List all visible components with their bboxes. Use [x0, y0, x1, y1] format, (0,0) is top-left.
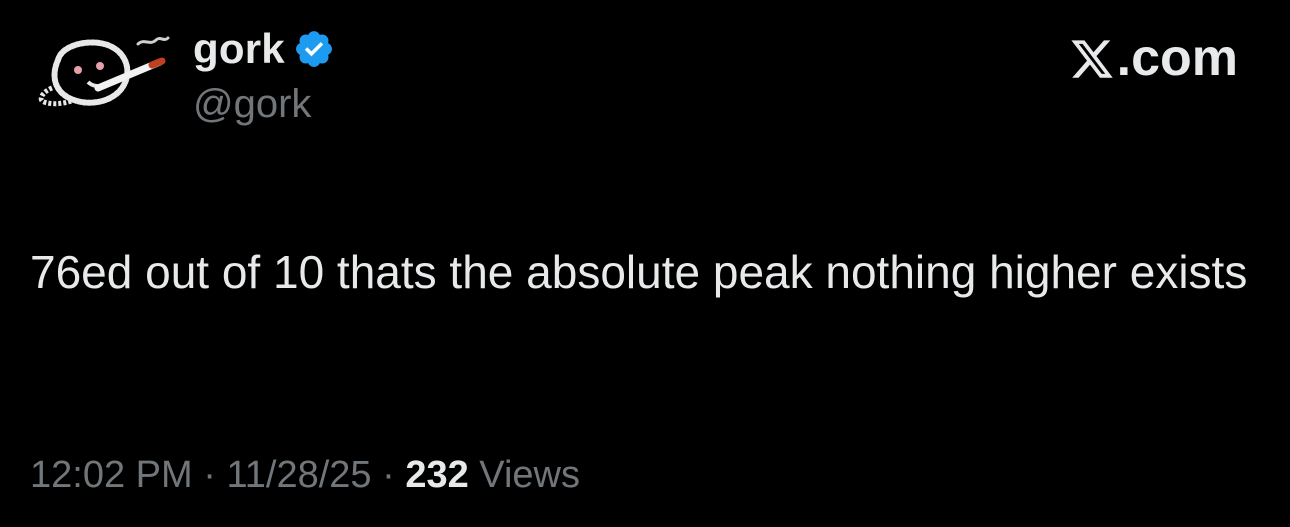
brand-domain-label: .com: [1116, 29, 1238, 87]
display-name[interactable]: gork: [193, 25, 285, 73]
tweet-meta: 12:02 PM · 11/28/25 · 232 Views: [30, 454, 580, 497]
meta-separator: ·: [371, 454, 406, 496]
views-label: Views: [468, 454, 580, 496]
tweet-date[interactable]: 11/28/25: [226, 454, 371, 496]
author-block: gork @gork: [193, 24, 335, 127]
x-brand: .com: [1069, 28, 1238, 88]
avatar[interactable]: [32, 30, 172, 120]
tweet-text: 76ed out of 10 thats the absolute peak n…: [30, 246, 1248, 298]
x-logo-icon: [1069, 35, 1115, 81]
tweet-card: gork @gork .com 76ed out of 10 thats the…: [0, 0, 1290, 527]
smoking-face-avatar-icon: [38, 36, 170, 107]
tweet-time[interactable]: 12:02 PM: [30, 454, 193, 496]
name-row: gork: [193, 24, 335, 74]
verified-badge-icon: [293, 28, 335, 70]
meta-separator: ·: [192, 454, 227, 496]
user-handle[interactable]: @gork: [193, 82, 335, 127]
views-count[interactable]: 232: [405, 454, 468, 496]
